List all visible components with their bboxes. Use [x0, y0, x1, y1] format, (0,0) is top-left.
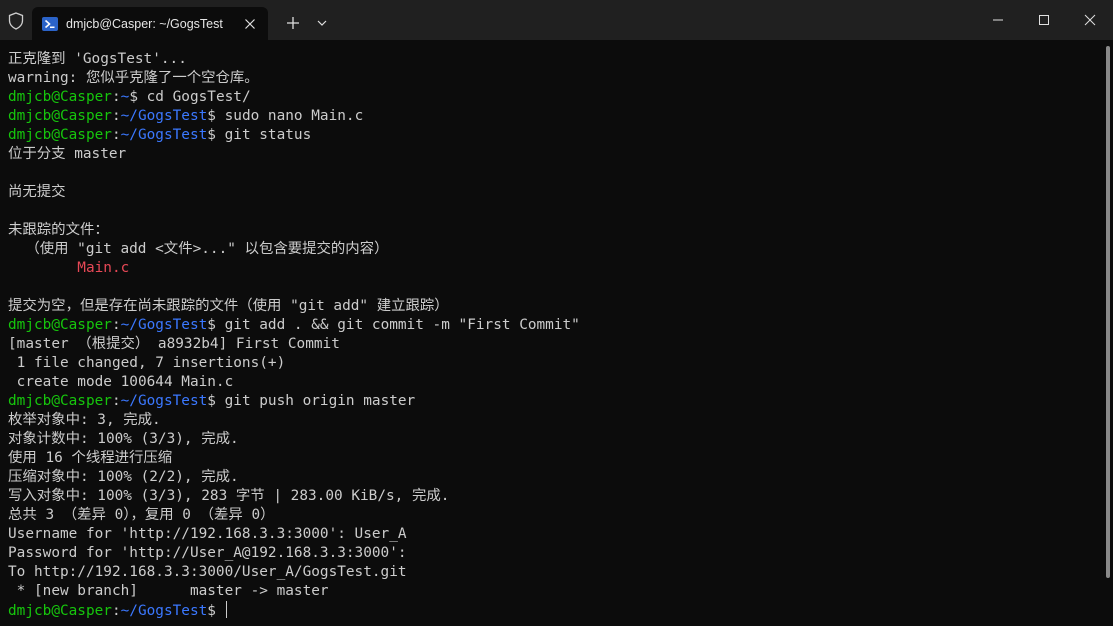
- output-line: To http://192.168.3.3:3000/User_A/GogsTe…: [8, 564, 407, 580]
- output-line: 使用 16 个线程进行压缩: [8, 450, 173, 466]
- output-line: Username for 'http://192.168.3.3:3000': …: [8, 526, 407, 542]
- close-icon: [1084, 14, 1096, 26]
- text-cursor: [225, 601, 227, 618]
- command-text: git push origin master: [215, 393, 416, 409]
- prompt-path: ~/GogsTest: [120, 317, 208, 333]
- tab-title: dmjcb@Casper: ~/GogsTest: [66, 17, 223, 31]
- output-line: 位于分支 master: [8, 146, 127, 162]
- scrollbar[interactable]: [1106, 46, 1110, 578]
- prompt-separator: :: [111, 603, 121, 619]
- terminal-output[interactable]: 正克隆到 'GogsTest'... warning: 您似乎克隆了一个空仓库。…: [0, 40, 1100, 626]
- output-line: * [new branch] master -> master: [8, 583, 329, 599]
- prompt-separator: :: [111, 317, 121, 333]
- prompt-dollar: $: [207, 127, 216, 143]
- command-input[interactable]: [216, 603, 225, 619]
- command-text: cd GogsTest/: [137, 89, 251, 105]
- prompt-line: dmjcb@Casper:~/GogsTest$ git add . && gi…: [8, 316, 1100, 335]
- tab-terminal[interactable]: dmjcb@Casper: ~/GogsTest: [32, 7, 268, 40]
- prompt-line: dmjcb@Casper:~/GogsTest$ sudo nano Main.…: [8, 107, 1100, 126]
- output-line: 正克隆到 'GogsTest'...: [8, 51, 187, 67]
- output-line: 对象计数中: 100% (3/3), 完成.: [8, 431, 239, 447]
- untracked-file: Main.c: [8, 260, 130, 276]
- output-line: Password for 'http://User_A@192.168.3.3:…: [8, 545, 407, 561]
- prompt-line: dmjcb@Casper:~/GogsTest$: [8, 601, 1100, 620]
- command-text: sudo nano Main.c: [215, 108, 364, 124]
- prompt-dollar: $: [207, 108, 216, 124]
- command-text: git add . && git commit -m "First Commit…: [215, 317, 580, 333]
- prompt-user-host: dmjcb@Casper: [8, 89, 112, 105]
- prompt-separator: :: [111, 89, 121, 105]
- prompt-separator: :: [111, 393, 121, 409]
- prompt-user-host: dmjcb@Casper: [8, 603, 112, 619]
- output-line: 枚举对象中: 3, 完成.: [8, 412, 161, 428]
- prompt-line: dmjcb@Casper:~/GogsTest$ git status: [8, 126, 1100, 145]
- prompt-dollar: $: [207, 317, 216, 333]
- new-tab-button[interactable]: [280, 11, 306, 35]
- command-text: git status: [215, 127, 312, 143]
- prompt-user-host: dmjcb@Casper: [8, 317, 112, 333]
- prompt-path: ~: [120, 89, 130, 105]
- prompt-separator: :: [111, 127, 121, 143]
- prompt-path: ~/GogsTest: [120, 108, 208, 124]
- powershell-icon: [42, 16, 58, 32]
- output-line: （使用 "git add <文件>..." 以包含要提交的内容）: [8, 241, 389, 257]
- output-line: 压缩对象中: 100% (2/2), 完成.: [8, 469, 239, 485]
- output-line: 总共 3 （差异 0），复用 0 （差异 0）: [8, 507, 275, 523]
- prompt-dollar: $: [207, 393, 216, 409]
- prompt-user-host: dmjcb@Casper: [8, 393, 112, 409]
- prompt-user-host: dmjcb@Casper: [8, 127, 112, 143]
- chevron-down-icon: [317, 20, 327, 26]
- output-line: 尚无提交: [8, 184, 66, 200]
- prompt-path: ~/GogsTest: [120, 603, 208, 619]
- shield-icon[interactable]: [6, 11, 26, 31]
- prompt-user-host: dmjcb@Casper: [8, 108, 112, 124]
- prompt-separator: :: [111, 108, 121, 124]
- prompt-line: dmjcb@Casper:~$ cd GogsTest/: [8, 88, 1100, 107]
- prompt-dollar: $: [129, 89, 138, 105]
- prompt-path: ~/GogsTest: [120, 127, 208, 143]
- output-line: 写入对象中: 100% (3/3), 283 字节 | 283.00 KiB/s…: [8, 488, 450, 504]
- output-line: 提交为空，但是存在尚未跟踪的文件（使用 "git add" 建立跟踪）: [8, 298, 449, 314]
- prompt-dollar: $: [207, 603, 216, 619]
- output-line: warning: 您似乎克隆了一个空仓库。: [8, 70, 259, 86]
- prompt-line: dmjcb@Casper:~/GogsTest$ git push origin…: [8, 392, 1100, 411]
- output-line: create mode 100644 Main.c: [8, 374, 234, 390]
- minimize-button[interactable]: [975, 0, 1021, 40]
- output-line: [master （根提交） a8932b4] First Commit: [8, 336, 340, 352]
- output-line: 未跟踪的文件：: [8, 222, 109, 238]
- minimize-icon: [993, 19, 1003, 21]
- close-window-button[interactable]: [1067, 0, 1113, 40]
- close-tab-icon[interactable]: [240, 14, 260, 34]
- tab-dropdown-button[interactable]: [311, 11, 333, 35]
- maximize-icon: [1039, 15, 1049, 25]
- prompt-path: ~/GogsTest: [120, 393, 208, 409]
- plus-icon: [287, 17, 299, 29]
- title-bar: dmjcb@Casper: ~/GogsTest: [0, 0, 1113, 40]
- maximize-button[interactable]: [1021, 0, 1067, 40]
- output-line: 1 file changed, 7 insertions(+): [8, 355, 286, 371]
